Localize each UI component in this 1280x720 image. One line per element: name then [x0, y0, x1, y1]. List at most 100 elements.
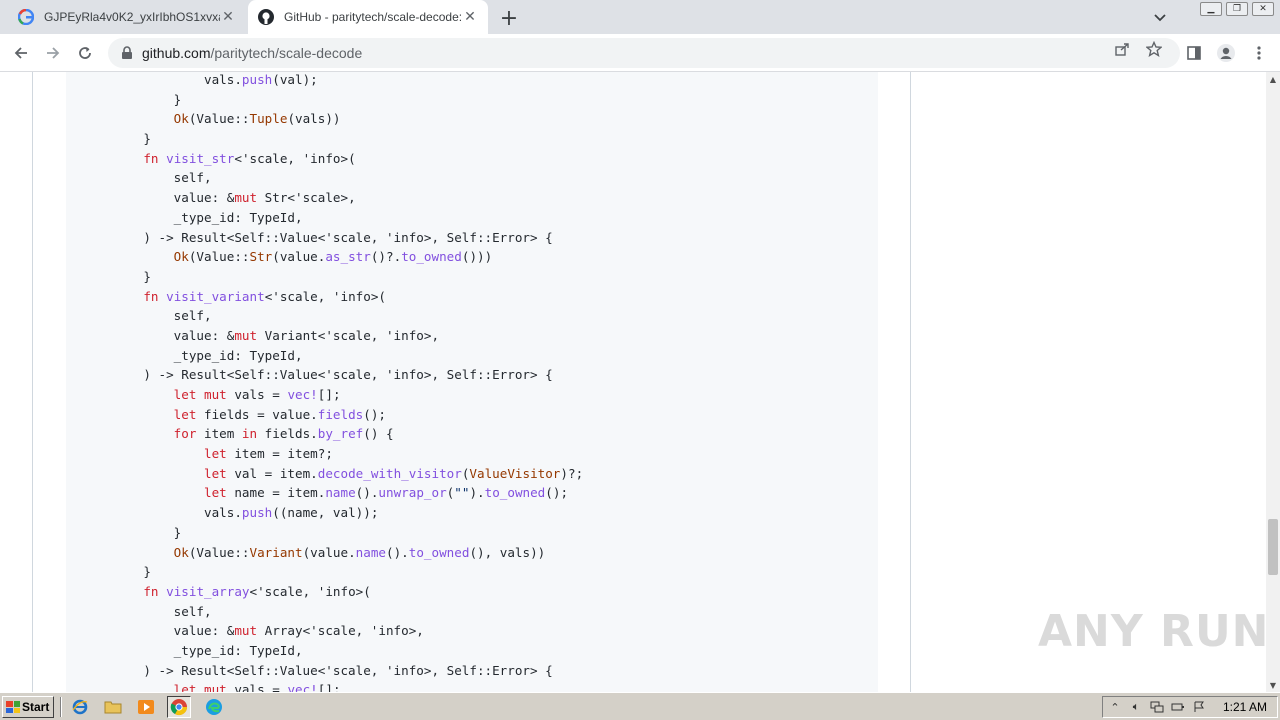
code-token: let	[173, 406, 197, 422]
code-token: Array<'scale, 'info>,	[257, 623, 424, 639]
window-controls: ▁ ❐ ✕	[1200, 2, 1274, 16]
minimize-button[interactable]: ▁	[1200, 2, 1222, 16]
code-token: (value.	[302, 544, 356, 560]
code-token: to_owned	[401, 249, 462, 265]
code-token: [];	[317, 682, 341, 692]
code-line: ) -> Result<Self::Value<'scale, 'info>, …	[113, 661, 583, 681]
code-token: (value.	[272, 249, 326, 265]
code-token: [];	[317, 387, 341, 402]
share-icon[interactable]	[1112, 39, 1132, 59]
code-token: by_ref	[317, 426, 364, 442]
tab-title: GJPEyRla4v0K2_yxIrIbhOS1xvxa8f-	[44, 10, 220, 24]
page-border-right	[910, 72, 911, 692]
kebab-menu-icon[interactable]	[1246, 40, 1272, 66]
ie-icon[interactable]	[68, 696, 92, 718]
chrome-icon[interactable]	[167, 696, 191, 718]
address-bar[interactable]: github.com/paritytech/scale-decode	[108, 38, 1180, 68]
code-token: for	[173, 426, 197, 442]
side-panel-icon[interactable]	[1181, 40, 1207, 66]
folder-icon[interactable]	[101, 696, 125, 718]
code-token: Str	[249, 249, 273, 265]
windows-taskbar: Start ⌃ 🔈︎ 1:21 AM	[0, 692, 1280, 720]
code-token: let	[173, 387, 197, 402]
taskbar-clock: 1:21 AM	[1222, 700, 1267, 714]
code-line: let val = item.decode_with_visitor(Value…	[113, 464, 583, 484]
reload-button[interactable]	[72, 40, 98, 66]
code-line: Ok(Value::Tuple(vals))	[113, 109, 583, 129]
code-token: self,	[113, 603, 212, 619]
start-label: Start	[22, 700, 50, 714]
code-token: ()?.	[370, 249, 402, 265]
code-token: let	[204, 446, 227, 462]
tab-github-scale-decode[interactable]: GitHub - paritytech/scale-decode: De ✕	[248, 0, 488, 34]
volume-icon[interactable]: 🔈︎	[1127, 699, 1145, 715]
code-token: value: &	[113, 623, 235, 639]
code-line: _type_id: TypeId,	[113, 346, 583, 366]
network-icon[interactable]	[1148, 699, 1166, 715]
code-line: fn visit_str<'scale, 'info>(	[113, 149, 583, 169]
flag-icon[interactable]	[1190, 699, 1208, 715]
code-token: }	[113, 131, 151, 147]
code-token: ).	[469, 485, 485, 501]
edge-icon[interactable]	[202, 696, 226, 718]
code-line: _type_id: TypeId,	[113, 641, 583, 661]
code-token: ) -> Result<Self::Value<'scale, 'info>, …	[113, 662, 553, 678]
scrollbar-thumb[interactable]	[1268, 519, 1278, 575]
lock-icon[interactable]	[120, 46, 134, 60]
code-token: name	[325, 485, 356, 501]
code-token: to_owned	[484, 485, 546, 501]
url-text: github.com/paritytech/scale-decode	[142, 45, 362, 61]
code-token: decode_with_visitor	[317, 465, 462, 481]
code-token: item	[196, 426, 242, 442]
tab-google-search[interactable]: GJPEyRla4v0K2_yxIrIbhOS1xvxa8f- ✕	[8, 0, 246, 34]
code-token: mut	[234, 327, 258, 343]
code-token: vals =	[226, 682, 288, 692]
bookmark-star-icon[interactable]	[1144, 39, 1164, 59]
code-line: vals.push((name, val));	[113, 503, 583, 523]
code-line: let item = item?;	[113, 444, 583, 464]
code-token: <'scale, 'info>(	[264, 288, 387, 304]
code-token: vals =	[226, 387, 288, 402]
page-border-left	[32, 72, 33, 692]
code-token: visit_str	[166, 150, 235, 166]
page-scrollbar[interactable]: ▲ ▼	[1266, 72, 1280, 692]
code-token: item = item?;	[226, 446, 333, 462]
profile-avatar-icon[interactable]	[1213, 40, 1239, 66]
code-token: ();	[363, 406, 386, 422]
close-window-button[interactable]: ✕	[1252, 2, 1274, 16]
chevron-down-icon[interactable]	[1150, 8, 1170, 28]
code-token: push	[241, 72, 273, 87]
start-button[interactable]: Start	[2, 696, 54, 718]
restore-button[interactable]: ❐	[1226, 2, 1248, 16]
back-button[interactable]	[8, 40, 34, 66]
close-icon[interactable]: ✕	[462, 9, 478, 25]
battery-icon[interactable]	[1169, 699, 1187, 715]
code-token: let	[204, 465, 227, 481]
code-token: }	[113, 524, 182, 540]
code-token: mut	[204, 682, 227, 692]
code-token: <'scale, 'info>(	[234, 150, 356, 166]
code-line: }	[113, 523, 583, 543]
chevron-up-icon[interactable]: ⌃	[1106, 699, 1124, 715]
scroll-up-icon[interactable]: ▲	[1266, 72, 1280, 86]
code-token: (val);	[272, 72, 318, 87]
forward-button[interactable]	[40, 40, 66, 66]
code-token: ValueVisitor	[469, 465, 561, 481]
close-icon[interactable]: ✕	[220, 9, 236, 25]
code-token: (Value::	[188, 249, 250, 265]
code-token: vals.	[113, 72, 242, 87]
code-token: (Value::	[188, 111, 250, 127]
new-tab-button[interactable]: +	[498, 6, 520, 31]
code-token: }	[113, 564, 151, 580]
media-player-icon[interactable]	[134, 696, 158, 718]
code-token: Ok	[173, 111, 189, 127]
url-host: github.com	[142, 45, 211, 61]
scroll-down-icon[interactable]: ▼	[1266, 678, 1280, 692]
